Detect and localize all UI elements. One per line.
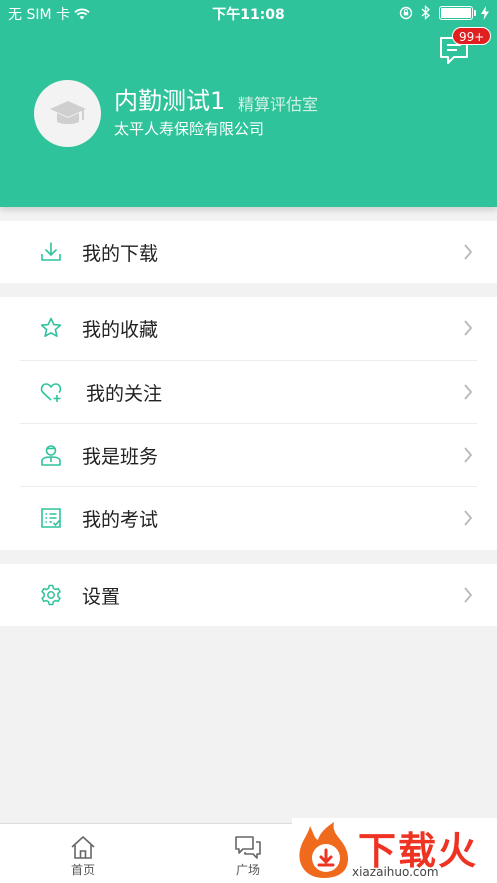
battery-icon — [439, 5, 476, 20]
menu-item-class-affairs[interactable]: 我是班务 — [20, 424, 477, 487]
menu-label-download: 我的下载 — [82, 243, 159, 265]
menu-label-exams: 我的考试 — [82, 509, 159, 531]
menu-item-favorites[interactable]: 我的收藏 — [20, 297, 477, 360]
chevron-right-icon — [464, 447, 473, 463]
download-section: 我的下载 — [0, 221, 497, 283]
avatar[interactable] — [34, 80, 101, 147]
star-icon — [40, 317, 62, 337]
menu-label-favorites: 我的收藏 — [82, 319, 159, 341]
menu-item-settings[interactable]: 设置 — [20, 564, 477, 627]
tab-label-square: 广场 — [235, 863, 260, 877]
charging-icon — [481, 5, 489, 20]
menu-label-following: 我的关注 — [86, 383, 163, 405]
bluetooth-icon — [421, 5, 430, 20]
message-badge: 99+ — [452, 27, 492, 45]
tab-label-home: 首页 — [70, 863, 95, 877]
heart-plus-icon — [40, 383, 62, 402]
chevron-right-icon — [464, 320, 473, 336]
personal-section: 我的收藏 我的关注 我是班务 我的考试 — [0, 297, 497, 550]
checklist-icon — [41, 508, 61, 528]
profile-header: 无 SIM 卡 下午11:08 99+ 内勤测试1 精算评估室 太平人寿保险有限… — [0, 0, 497, 207]
tab-home[interactable]: 首页 — [43, 824, 123, 883]
menu-label-settings: 设置 — [82, 586, 121, 608]
settings-section: 设置 — [0, 564, 497, 626]
user-department: 精算评估室 — [238, 95, 319, 114]
user-name: 内勤测试1 — [114, 87, 226, 115]
graduation-cap-icon — [49, 100, 86, 124]
chevron-right-icon — [464, 384, 473, 400]
status-bar: 无 SIM 卡 下午11:08 — [0, 0, 497, 26]
watermark: 下载火 xiazaihuo.com — [292, 818, 497, 883]
chat-bubbles-icon — [235, 836, 261, 859]
user-company: 太平人寿保险有限公司 — [114, 120, 265, 138]
menu-item-following[interactable]: 我的关注 — [20, 361, 477, 424]
person-icon — [41, 445, 61, 466]
flame-logo-icon — [299, 822, 349, 878]
gear-icon — [41, 584, 61, 606]
rotation-lock-icon — [399, 6, 413, 19]
watermark-url: xiazaihuo.com — [352, 865, 439, 879]
tab-square[interactable]: 广场 — [208, 824, 288, 883]
menu-item-download[interactable]: 我的下载 — [20, 221, 477, 284]
menu-item-exams[interactable]: 我的考试 — [20, 487, 477, 550]
home-icon — [71, 836, 95, 859]
chevron-right-icon — [464, 510, 473, 526]
chevron-right-icon — [464, 587, 473, 603]
chevron-right-icon — [464, 244, 473, 260]
menu-label-class-affairs: 我是班务 — [82, 446, 159, 468]
download-icon — [41, 242, 61, 261]
